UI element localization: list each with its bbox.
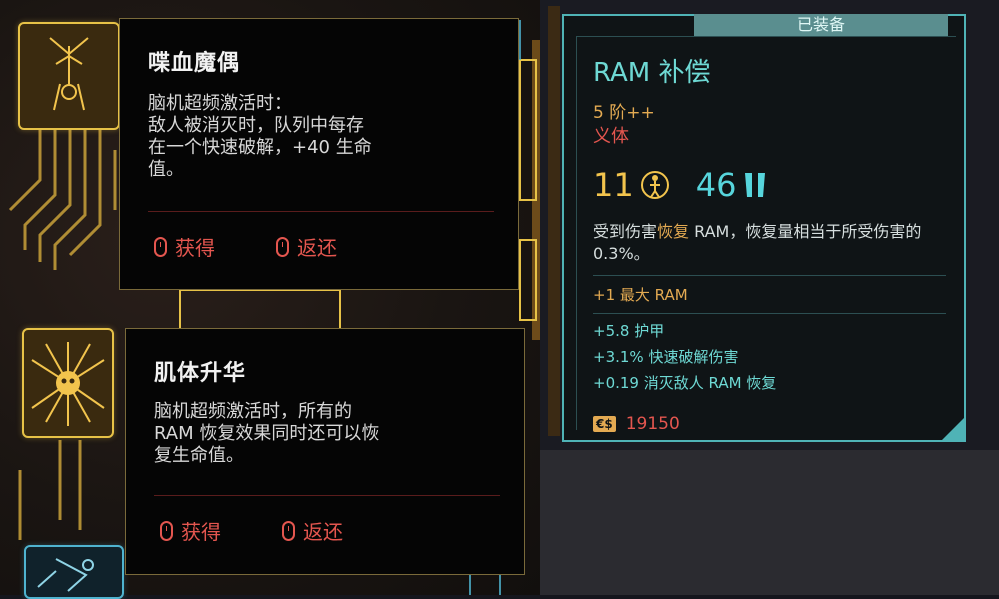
divider bbox=[154, 495, 500, 496]
divider bbox=[593, 275, 946, 276]
inventory-background-lower bbox=[540, 450, 999, 595]
modifier-armor: +5.8 护甲 bbox=[593, 322, 665, 340]
mouse-right-icon bbox=[276, 236, 289, 257]
item-stats: 11 46 bbox=[593, 166, 768, 204]
refund-button[interactable]: 返还 bbox=[282, 516, 343, 545]
mouse-right-icon bbox=[282, 520, 295, 541]
max-ram-bonus: +1 最大 RAM bbox=[593, 286, 688, 304]
capacity-value: 11 bbox=[593, 166, 634, 204]
perk-title: 肌体升华 bbox=[154, 361, 247, 386]
acquire-button[interactable]: 获得 bbox=[154, 232, 215, 261]
puppet-icon bbox=[49, 37, 89, 111]
item-modifiers: +5.8 护甲 +3.1% 快速破解伤害 +0.19 消灭敌人 RAM 恢复 bbox=[593, 318, 776, 396]
figure-icon bbox=[37, 558, 94, 592]
modifier-quickhack-damage: +3.1% 快速破解伤害 bbox=[593, 348, 739, 366]
divider bbox=[593, 313, 946, 314]
mouse-left-icon bbox=[154, 236, 167, 257]
item-description: 受到伤害恢复 RAM，恢复量相当于所受伤害的 0.3%。 bbox=[593, 221, 933, 265]
eddies-icon: €$ bbox=[593, 416, 616, 432]
item-price: €$ 19150 bbox=[593, 414, 680, 434]
skull-burst-icon bbox=[31, 342, 105, 426]
perk-description: 脑机超频激活时，所有的 RAM 恢复效果同时还可以恢 复生命值。 bbox=[154, 401, 380, 466]
perk-title: 喋血魔偶 bbox=[148, 51, 241, 76]
decorative-band bbox=[548, 6, 560, 436]
perk-description: 脑机超频激活时： 敌人被消灭时，队列中每存 在一个快速破解，+40 生命 值。 bbox=[148, 93, 372, 180]
desc-prefix: 受到伤害 bbox=[593, 222, 658, 241]
item-type: 义体 bbox=[593, 126, 629, 147]
perk-tile-locked[interactable] bbox=[24, 545, 124, 599]
desc-highlight: 恢复 bbox=[657, 222, 690, 241]
item-tooltip: 已装备 RAM 补偿 5 阶++ 义体 11 46 受到伤害恢复 RAM，恢复量… bbox=[562, 14, 966, 442]
acquire-label: 获得 bbox=[175, 236, 215, 260]
divider bbox=[148, 211, 494, 212]
perk-tile-body-ascension[interactable] bbox=[22, 328, 114, 438]
mouse-left-icon bbox=[160, 520, 173, 541]
item-tier: 5 阶++ bbox=[593, 103, 655, 123]
perk-tooltip: 肌体升华 脑机超频激活时，所有的 RAM 恢复效果同时还可以恢 复生命值。 获得… bbox=[125, 328, 525, 575]
armor-icon bbox=[745, 173, 766, 197]
armor-value: 46 bbox=[695, 166, 737, 204]
equipped-badge: 已装备 bbox=[694, 14, 948, 36]
modifier-ram-recovery: +0.19 消灭敌人 RAM 恢复 bbox=[593, 374, 777, 392]
capacity-icon bbox=[640, 171, 669, 199]
refund-button[interactable]: 返还 bbox=[276, 232, 337, 261]
price-value: 19150 bbox=[625, 414, 680, 434]
refund-label: 返还 bbox=[297, 236, 337, 260]
item-name: RAM 补偿 bbox=[593, 58, 711, 88]
perk-tooltip: 喋血魔偶 脑机超频激活时： 敌人被消灭时，队列中每存 在一个快速破解，+40 生… bbox=[119, 18, 519, 290]
acquire-button[interactable]: 获得 bbox=[160, 516, 221, 545]
acquire-label: 获得 bbox=[181, 520, 221, 544]
perk-tile-blood-puppet[interactable] bbox=[18, 22, 120, 130]
refund-label: 返还 bbox=[303, 520, 343, 544]
